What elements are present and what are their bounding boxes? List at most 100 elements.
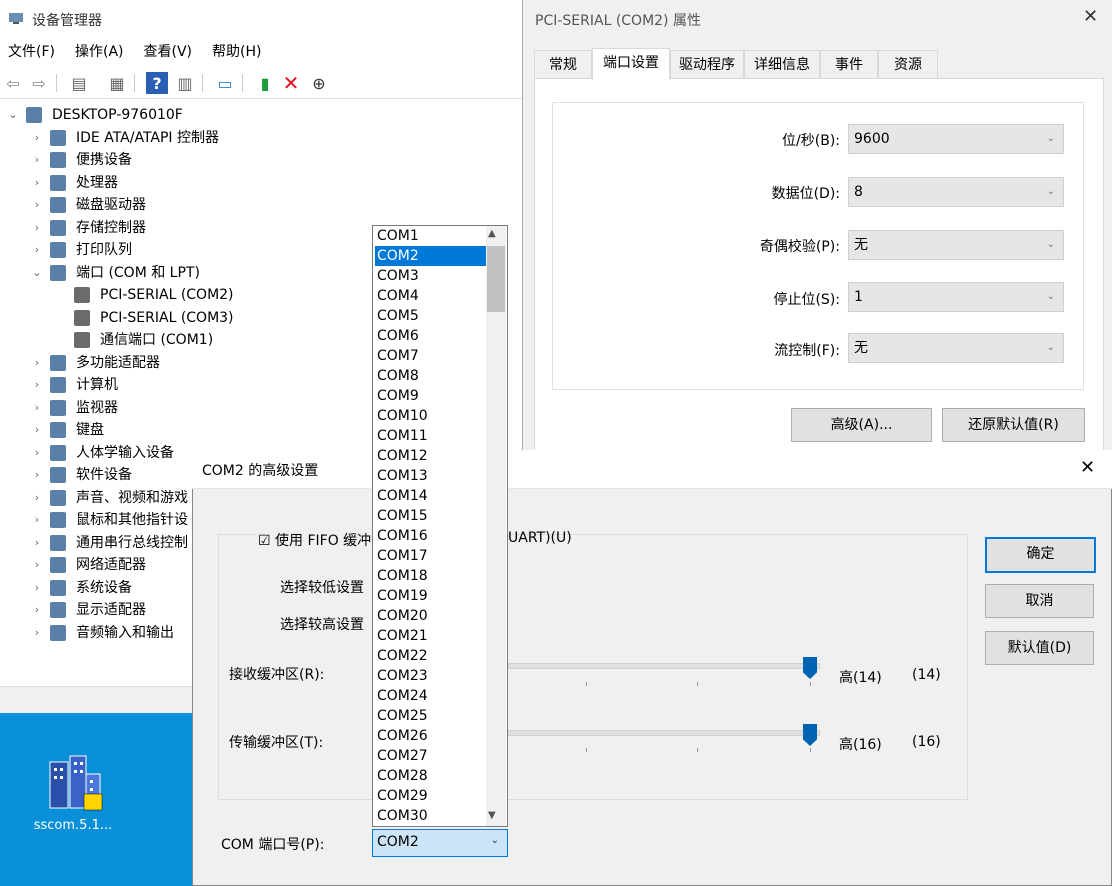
dropdown-option[interactable]: COM2 — [375, 246, 489, 266]
chevron-right-icon[interactable]: › — [30, 532, 44, 554]
scroll-down-arrow-icon[interactable]: ▼ — [488, 810, 496, 821]
dropdown-option[interactable]: COM15 — [375, 506, 489, 526]
dropdown-option[interactable]: COM20 — [375, 606, 489, 626]
chevron-right-icon[interactable]: › — [30, 442, 44, 464]
scroll-up-arrow-icon[interactable]: ▲ — [488, 228, 496, 239]
chevron-right-icon[interactable]: › — [30, 149, 44, 171]
tab-resources[interactable]: 资源 — [878, 50, 938, 79]
tree-item-label: 网络适配器 — [76, 557, 146, 573]
update-icon[interactable]: ▦ — [106, 72, 128, 94]
dropdown-option[interactable]: COM13 — [375, 466, 489, 486]
tx-buffer-slider-track[interactable] — [508, 730, 820, 736]
chevron-right-icon[interactable]: › — [30, 352, 44, 374]
uninstall-x-icon[interactable]: ✕ — [280, 71, 302, 95]
chevron-down-icon: ⌄ — [1046, 342, 1055, 353]
tree-item[interactable]: ⌄ DESKTOP-976010F — [0, 104, 520, 126]
download-arrow-icon[interactable]: ⊕ — [308, 72, 330, 94]
tab-driver[interactable]: 驱动程序 — [670, 50, 744, 79]
baud-select[interactable]: 9600 ⌄ — [848, 124, 1064, 154]
dropdown-option[interactable]: COM5 — [375, 306, 489, 326]
forward-icon[interactable]: ⇨ — [28, 72, 50, 94]
chevron-right-icon[interactable]: › — [30, 374, 44, 396]
chevron-right-icon[interactable]: › — [30, 194, 44, 216]
com-port-select[interactable]: COM2 ⌄ — [372, 829, 508, 857]
chevron-right-icon[interactable]: › — [30, 172, 44, 194]
parity-select[interactable]: 无 ⌄ — [848, 230, 1064, 260]
dropdown-option[interactable]: COM18 — [375, 566, 489, 586]
chevron-right-icon[interactable]: › — [30, 419, 44, 441]
dropdown-option[interactable]: COM10 — [375, 406, 489, 426]
enable-driver-icon[interactable]: ▮ — [254, 72, 276, 94]
dropdown-option[interactable]: COM17 — [375, 546, 489, 566]
chevron-right-icon[interactable]: › — [30, 509, 44, 531]
dropdown-option[interactable]: COM1 — [375, 226, 489, 246]
close-icon[interactable]: ✕ — [1083, 6, 1098, 27]
dropdown-option[interactable]: COM16 — [375, 526, 489, 546]
dropdown-option[interactable]: COM23 — [375, 666, 489, 686]
dropdown-option[interactable]: COM26 — [375, 726, 489, 746]
dropdown-option[interactable]: COM24 — [375, 686, 489, 706]
menu-action[interactable]: 操作(A) — [75, 40, 124, 64]
data-bits-select[interactable]: 8 ⌄ — [848, 177, 1064, 207]
dropdown-scrollbar-thumb[interactable] — [487, 246, 505, 312]
tab-details[interactable]: 详细信息 — [744, 50, 820, 79]
dropdown-option[interactable]: COM21 — [375, 626, 489, 646]
dropdown-option[interactable]: COM3 — [375, 266, 489, 286]
tree-item-label: 系统设备 — [76, 579, 132, 596]
dropdown-option[interactable]: COM9 — [375, 386, 489, 406]
scan-monitor-icon[interactable]: ▭ — [214, 72, 236, 94]
tab-port-settings[interactable]: 端口设置 — [592, 48, 670, 80]
chevron-right-icon[interactable]: › — [30, 397, 44, 419]
advanced-button[interactable]: 高级(A)... — [791, 408, 932, 442]
desktop-shortcut[interactable]: sscom.5.1... — [28, 748, 128, 848]
chevron-right-icon[interactable]: › — [30, 487, 44, 509]
dropdown-option[interactable]: COM8 — [375, 366, 489, 386]
close-icon[interactable]: ✕ — [1080, 457, 1095, 478]
dropdown-option[interactable]: COM14 — [375, 486, 489, 506]
chevron-right-icon[interactable]: › — [30, 464, 44, 486]
dropdown-option[interactable]: COM6 — [375, 326, 489, 346]
back-icon[interactable]: ⇦ — [2, 72, 24, 94]
cancel-button[interactable]: 取消 — [985, 584, 1094, 618]
tree-item[interactable]: › 便携设备 — [0, 149, 520, 171]
dropdown-option[interactable]: COM27 — [375, 746, 489, 766]
properties-icon[interactable]: ▤ — [68, 72, 90, 94]
chevron-right-icon[interactable]: › — [30, 554, 44, 576]
chevron-down-icon[interactable]: ⌄ — [6, 104, 20, 126]
tree-item[interactable]: › IDE ATA/ATAPI 控制器 — [0, 127, 520, 149]
tab-general[interactable]: 常规 — [534, 50, 592, 79]
dropdown-option[interactable]: COM4 — [375, 286, 489, 306]
chevron-down-icon[interactable]: ⌄ — [30, 262, 44, 284]
tab-events[interactable]: 事件 — [820, 50, 878, 79]
restore-defaults-button[interactable]: 还原默认值(R) — [942, 408, 1085, 442]
ok-button[interactable]: 确定 — [985, 537, 1096, 573]
tree-item[interactable]: › 处理器 — [0, 172, 520, 194]
stop-bits-select[interactable]: 1 ⌄ — [848, 282, 1064, 312]
tree-item[interactable]: › 磁盘驱动器 — [0, 194, 520, 216]
chevron-right-icon[interactable]: › — [30, 217, 44, 239]
help-icon[interactable]: ? — [146, 72, 168, 94]
chevron-right-icon[interactable]: › — [30, 599, 44, 621]
fifo-checkbox[interactable]: ☑ 使用 FIFO 缓冲 — [256, 530, 374, 550]
chevron-right-icon[interactable]: › — [30, 239, 44, 261]
menu-view[interactable]: 查看(V) — [144, 40, 193, 64]
dropdown-option[interactable]: COM30 — [375, 806, 489, 826]
dropdown-option[interactable]: COM28 — [375, 766, 489, 786]
dropdown-option[interactable]: COM7 — [375, 346, 489, 366]
dropdown-option[interactable]: COM29 — [375, 786, 489, 806]
rx-buffer-slider-track[interactable] — [508, 663, 820, 669]
dropdown-option[interactable]: COM12 — [375, 446, 489, 466]
flow-control-select[interactable]: 无 ⌄ — [848, 333, 1064, 363]
menu-file[interactable]: 文件(F) — [8, 40, 55, 64]
dropdown-scrollbar[interactable] — [486, 226, 506, 826]
dropdown-option[interactable]: COM22 — [375, 646, 489, 666]
dropdown-option[interactable]: COM19 — [375, 586, 489, 606]
chevron-right-icon[interactable]: › — [30, 622, 44, 644]
menu-help[interactable]: 帮助(H) — [212, 40, 261, 64]
dropdown-option[interactable]: COM11 — [375, 426, 489, 446]
view-icon[interactable]: ▥ — [174, 72, 196, 94]
dropdown-option[interactable]: COM25 — [375, 706, 489, 726]
chevron-right-icon[interactable]: › — [30, 577, 44, 599]
defaults-button[interactable]: 默认值(D) — [985, 631, 1094, 665]
chevron-right-icon[interactable]: › — [30, 127, 44, 149]
